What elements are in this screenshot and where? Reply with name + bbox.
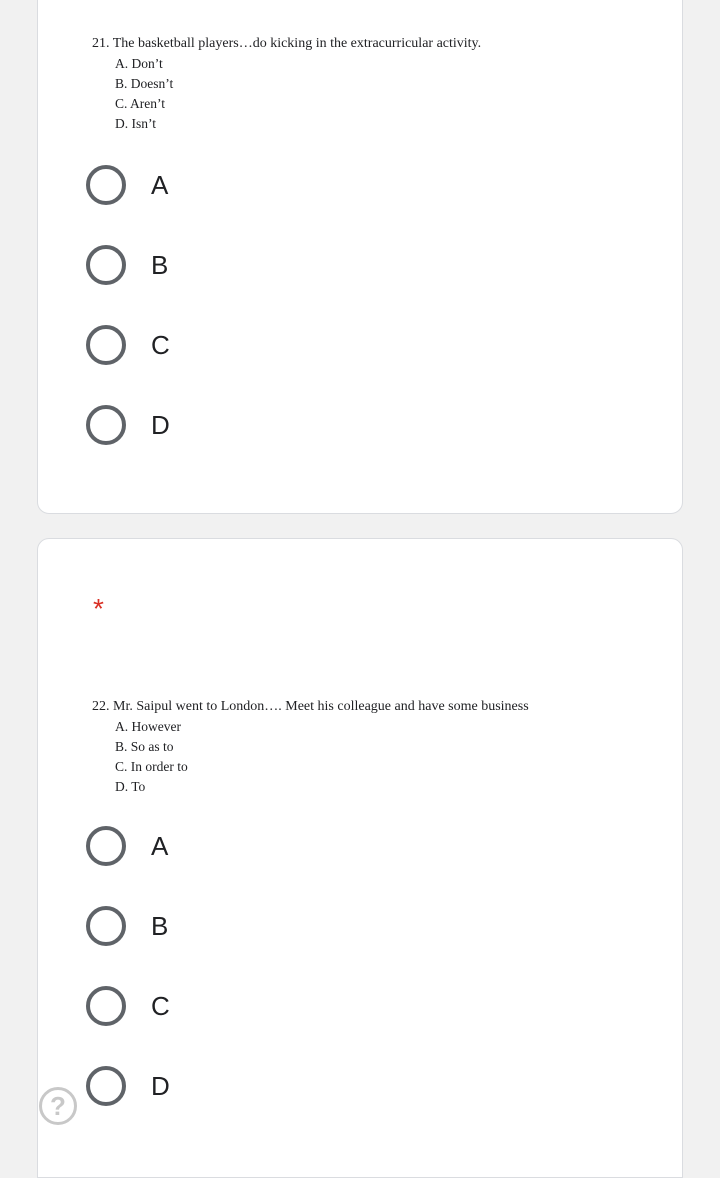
question-option-text: B. So as to <box>115 739 174 754</box>
required-marker: * <box>93 593 104 624</box>
radio-button[interactable] <box>86 906 126 946</box>
radio-option-a[interactable]: A <box>86 826 386 866</box>
radio-label: B <box>151 250 169 280</box>
radio-button[interactable] <box>86 826 126 866</box>
radio-label: C <box>151 330 170 360</box>
radio-option-b[interactable]: B <box>86 906 386 946</box>
question-option-text: C. Aren’t <box>115 96 165 111</box>
question-text: 21. The basketball players…do kicking in… <box>92 36 482 51</box>
radio-label: A <box>151 831 169 861</box>
radio-option-d[interactable]: D <box>86 1066 386 1106</box>
radio-label: B <box>151 911 169 941</box>
help-circle-icon[interactable]: ? <box>39 1087 77 1125</box>
radio-button[interactable] <box>86 245 126 285</box>
question-card-22: * 22. Mr. Saipul went to London…. Meet h… <box>37 538 683 1178</box>
radio-option-d[interactable]: D <box>86 405 386 445</box>
radio-label: D <box>151 410 170 440</box>
question-option-text: A. However <box>115 719 181 734</box>
radio-label: C <box>151 991 170 1021</box>
question-option-text: B. Doesn’t <box>115 76 174 91</box>
radio-button[interactable] <box>86 1066 126 1106</box>
radio-option-a[interactable]: A <box>86 165 386 205</box>
question-card-21: 21. The basketball players…do kicking in… <box>37 0 683 514</box>
question-option-text: C. In order to <box>115 759 188 774</box>
radio-button[interactable] <box>86 325 126 365</box>
radio-button[interactable] <box>86 165 126 205</box>
question-text: 22. Mr. Saipul went to London…. Meet his… <box>92 699 529 714</box>
radio-option-c[interactable]: C <box>86 325 386 365</box>
question-option-text: D. Isn’t <box>115 116 157 131</box>
radio-option-b[interactable]: B <box>86 245 386 285</box>
radio-label: D <box>151 1071 170 1101</box>
radio-label: A <box>151 170 169 200</box>
radio-option-c[interactable]: C <box>86 986 386 1026</box>
radio-button[interactable] <box>86 405 126 445</box>
question-option-text: A. Don’t <box>115 56 163 71</box>
question-option-text: D. To <box>115 779 146 794</box>
radio-button[interactable] <box>86 986 126 1026</box>
